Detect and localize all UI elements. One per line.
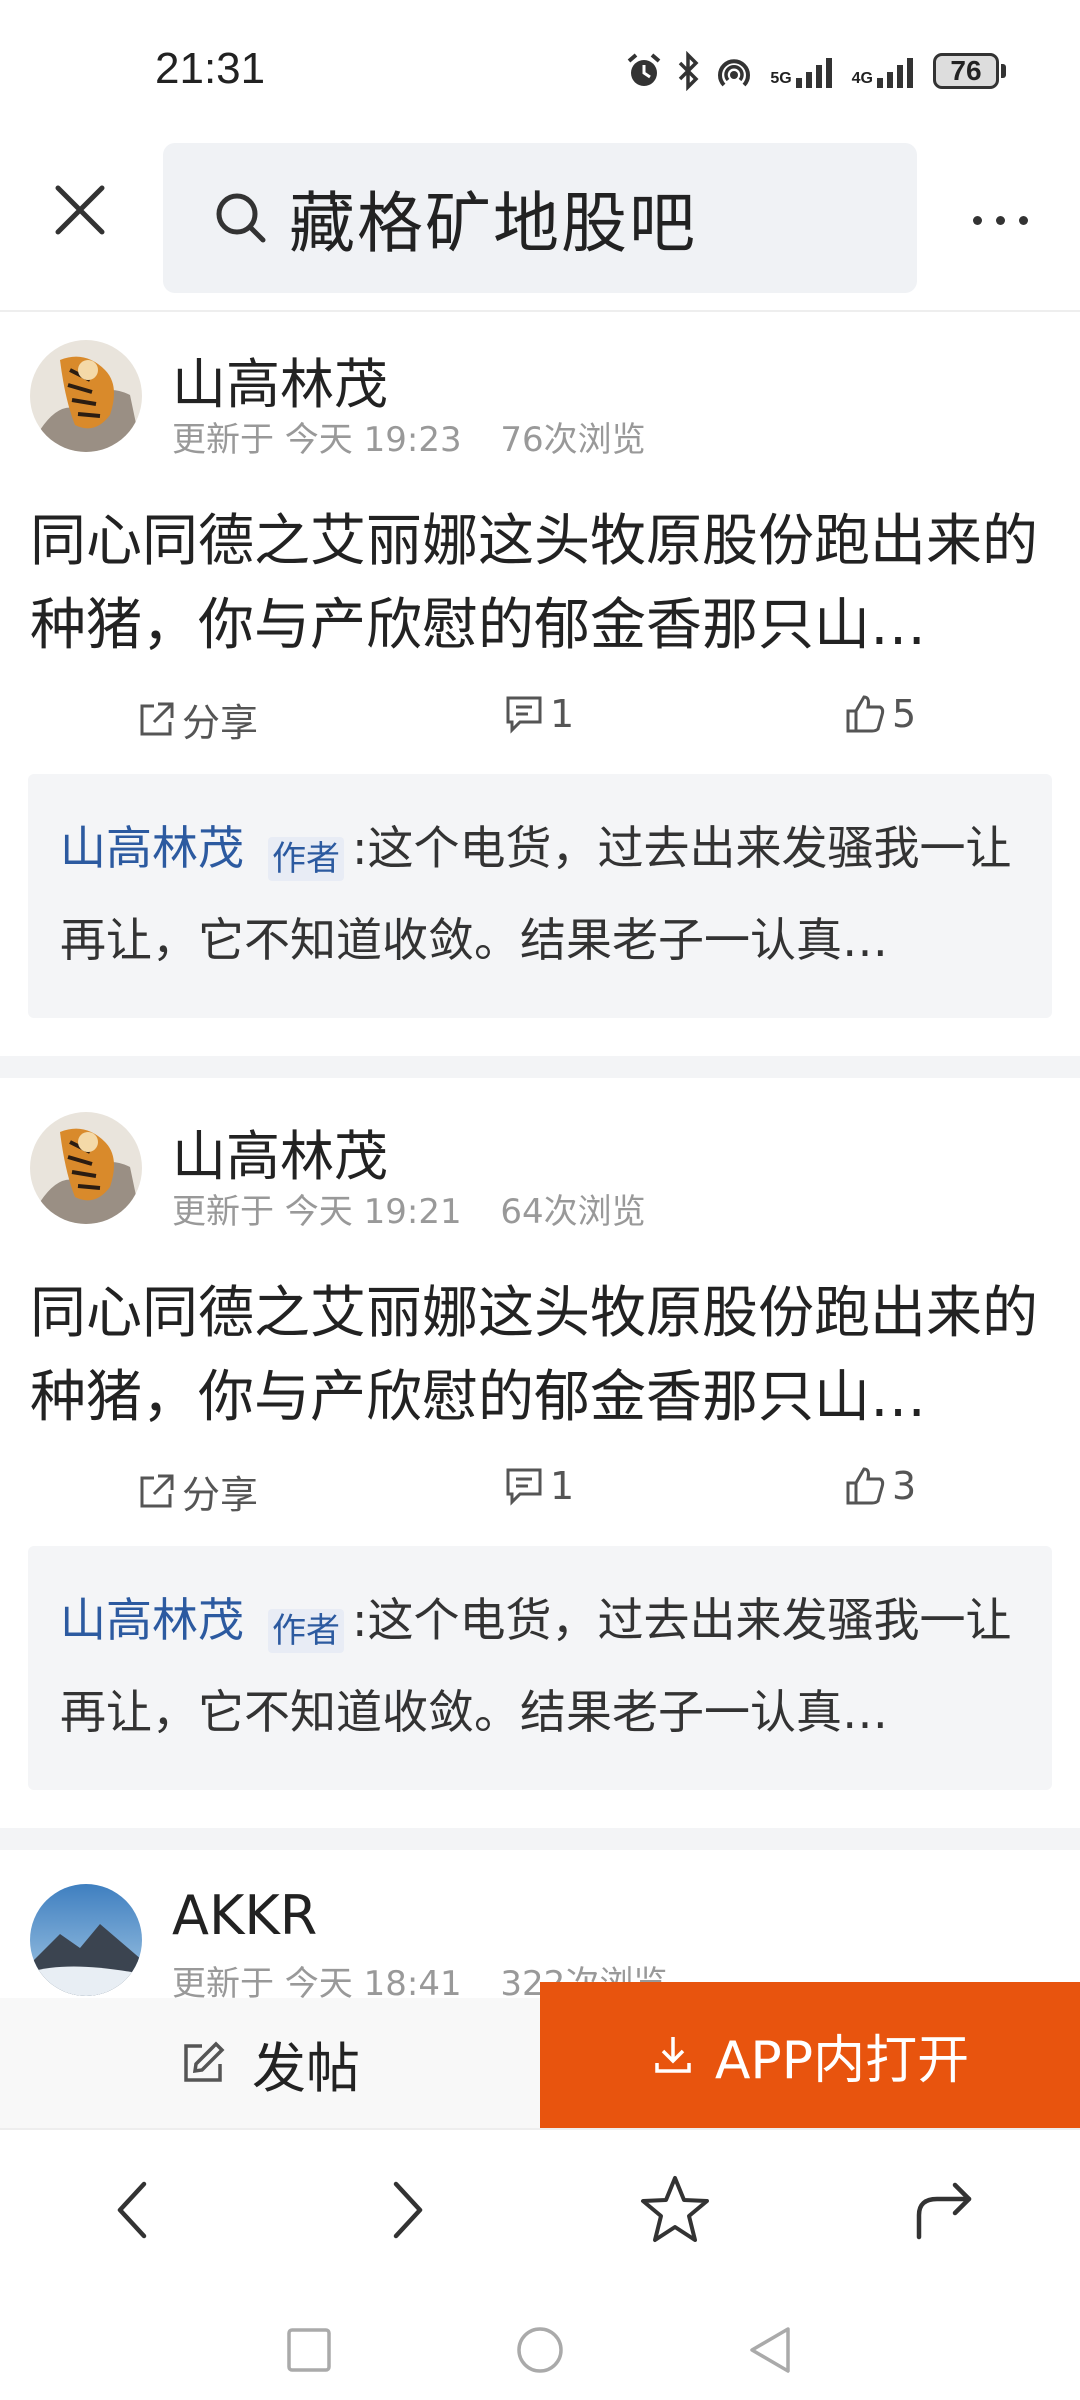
share-icon <box>140 702 174 735</box>
search-icon <box>216 193 266 243</box>
post-meta: 更新于 今天 19:21 64次浏览 <box>172 1184 646 1233</box>
comment-button[interactable]: 1 <box>504 1464 574 1508</box>
close-icon <box>55 185 105 235</box>
more-options-button[interactable] <box>955 190 1045 250</box>
post-author[interactable]: 山高林茂 <box>172 340 388 419</box>
battery-icon: 76 <box>933 53 999 89</box>
share-page-button[interactable] <box>894 2160 994 2260</box>
share-label: 分享 <box>182 1473 259 1517</box>
post-updated-time: 更新于 今天 19:21 <box>172 1192 462 1232</box>
search-query: 藏格矿地股吧 <box>289 185 697 262</box>
battery-tip <box>1001 64 1006 78</box>
create-post-label: 发帖 <box>252 2036 360 2100</box>
like-button[interactable]: 3 <box>844 1464 916 1508</box>
comment-author[interactable]: 山高林茂 <box>60 1593 244 1647</box>
triangle-back-icon <box>750 2327 790 2373</box>
comment-text-block: 山高林茂 作者:这个电货，过去出来发骚我一让再让，它不知道收敛。结果老子一认真… <box>60 1574 1040 1758</box>
system-back-button[interactable] <box>735 2315 805 2385</box>
tiger-avatar-image <box>30 340 142 452</box>
download-icon <box>655 2037 691 2073</box>
signal-bars-icon <box>795 58 832 88</box>
share-icon <box>140 1474 174 1507</box>
chevron-left-icon <box>117 2181 147 2239</box>
post-updated-time: 更新于 今天 19:23 <box>172 420 462 460</box>
post-author[interactable]: 山高林茂 <box>172 1112 388 1191</box>
alarm-icon <box>628 53 661 86</box>
post-meta: 更新于 今天 19:23 76次浏览 <box>172 412 646 461</box>
circle-icon <box>517 2327 563 2373</box>
thumbs-up-icon <box>846 695 885 733</box>
status-icons: 5G 4G 76 <box>624 46 1006 96</box>
like-count: 5 <box>892 692 917 736</box>
search-bar[interactable]: 藏格矿地股吧 <box>163 143 917 293</box>
signal-4g: 4G <box>852 54 921 88</box>
more-dot-icon <box>995 215 1005 225</box>
share-label: 分享 <box>182 701 259 745</box>
post-views: 64次浏览 <box>500 1192 646 1232</box>
more-dot-icon <box>972 215 982 225</box>
forward-button[interactable] <box>358 2160 458 2260</box>
close-button[interactable] <box>40 170 120 250</box>
open-in-app-button[interactable]: APP内打开 <box>540 1982 1080 2128</box>
edit-icon <box>184 2041 225 2082</box>
mountain-avatar-image <box>30 1884 142 1996</box>
comment-text-block: 山高林茂 作者:这个电货，过去出来发骚我一让再让，它不知道收敛。结果老子一认真… <box>60 802 1040 986</box>
share-button[interactable]: 分享 <box>136 1464 258 1519</box>
home-button[interactable] <box>505 2315 575 2385</box>
open-in-app-label: APP内打开 <box>714 2030 970 2091</box>
header-divider <box>0 310 1080 312</box>
avatar[interactable] <box>30 1884 142 1996</box>
comment-button[interactable]: 1 <box>504 692 574 736</box>
like-count: 3 <box>892 1464 917 1508</box>
more-dot-icon <box>1018 215 1028 225</box>
thumbs-up-icon <box>846 1467 885 1505</box>
create-post-button[interactable]: 发帖 <box>0 1998 540 2128</box>
comment-preview[interactable]: 山高林茂 作者:这个电货，过去出来发骚我一让再让，它不知道收敛。结果老子一认真… <box>28 774 1052 1018</box>
post-separator <box>0 1056 1080 1078</box>
author-badge: 作者 <box>268 837 344 881</box>
hotspot-icon <box>718 59 751 87</box>
comment-count: 1 <box>550 1464 575 1508</box>
avatar[interactable] <box>30 1112 142 1224</box>
forward-share-icon <box>916 2182 972 2240</box>
comment-preview[interactable]: 山高林茂 作者:这个电货，过去出来发骚我一让再让，它不知道收敛。结果老子一认真… <box>28 1546 1052 1790</box>
post-author[interactable]: AKKR <box>172 1884 317 1947</box>
like-button[interactable]: 5 <box>844 692 916 736</box>
post-separator <box>0 1828 1080 1850</box>
star-icon <box>641 2176 709 2242</box>
signal-bars-icon <box>877 58 913 88</box>
bookmark-button[interactable] <box>625 2160 725 2260</box>
avatar[interactable] <box>30 340 142 452</box>
comment-author[interactable]: 山高林茂 <box>60 821 244 875</box>
tiger-avatar-image <box>30 1112 142 1224</box>
post-views: 76次浏览 <box>500 420 646 460</box>
post-title[interactable]: 同心同德之艾丽娜这头牧原股份跑出来的种猪，你与产欣慰的郁金香那只山… <box>30 1272 1050 1440</box>
comment-icon <box>506 1468 542 1506</box>
network-type-5g: 5G <box>770 70 792 87</box>
bluetooth-icon <box>679 51 699 91</box>
status-time: 21:31 <box>155 44 266 93</box>
square-icon <box>287 2328 331 2372</box>
signal-5g: 5G <box>770 54 839 88</box>
recent-apps-button[interactable] <box>274 2315 344 2385</box>
comment-count: 1 <box>550 692 575 736</box>
chevron-right-icon <box>393 2181 423 2239</box>
network-type-4g: 4G <box>851 70 873 87</box>
author-badge: 作者 <box>268 1609 344 1653</box>
back-button[interactable] <box>82 2160 182 2260</box>
comment-icon <box>506 696 542 734</box>
post-title[interactable]: 同心同德之艾丽娜这头牧原股份跑出来的种猪，你与产欣慰的郁金香那只山… <box>30 500 1050 668</box>
share-button[interactable]: 分享 <box>136 692 258 747</box>
